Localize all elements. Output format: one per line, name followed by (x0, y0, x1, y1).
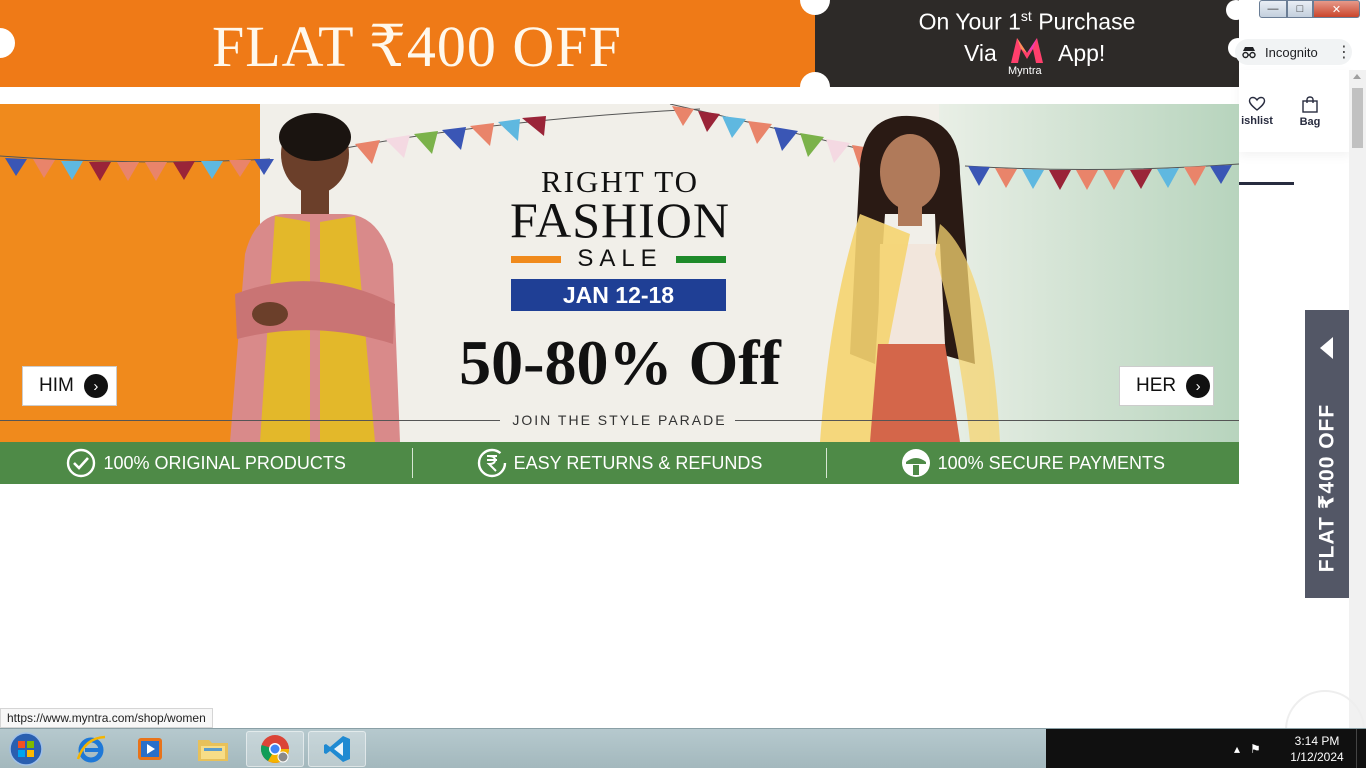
screen: FLAT ₹400 OFF On Your 1st Purchase Via M… (0, 0, 1366, 768)
sale-title-line2: FASHION (510, 192, 730, 248)
active-nav-underline (1239, 182, 1294, 185)
incognito-label: Incognito (1265, 44, 1318, 60)
rupee-circle-icon (477, 448, 506, 478)
clock-time: 3:14 PM (1294, 734, 1340, 748)
chevron-right-icon: › (1186, 374, 1211, 398)
media-player-icon (138, 738, 162, 760)
expand-arrow-icon (1320, 337, 1333, 359)
discount-range: 50-80% Off (459, 327, 781, 398)
bag-label: Bag (1299, 116, 1321, 128)
promo-line1-suffix: Purchase (1031, 8, 1136, 35)
start-button-icon[interactable] (6, 732, 46, 766)
shield-lock-icon (901, 449, 930, 477)
trust-label: 100% ORIGINAL PRODUCTS (103, 452, 346, 473)
ticket-notch (800, 72, 830, 102)
windows-taskbar: ▴ ⚑ 3:14 PM 1/12/2024 (0, 728, 1366, 768)
hero-banner[interactable]: RIGHT TO FASHION SALE JAN 12-18 50-80% O… (0, 104, 1239, 442)
promo-via: Via (964, 40, 997, 66)
chevron-right-icon: › (83, 374, 108, 398)
chrome-icon (260, 735, 289, 763)
myntra-brand-name: Myntra (1008, 65, 1042, 77)
trust-item-secure: 100% SECURE PAYMENTS (827, 442, 1239, 484)
shop-her-button[interactable]: HER › (1119, 366, 1214, 406)
promo-banner[interactable]: FLAT ₹400 OFF On Your 1st Purchase Via M… (0, 0, 1248, 102)
taskbar-chrome[interactable] (246, 731, 304, 767)
myntra-logo-icon (1011, 38, 1043, 63)
clock-date: 1/12/2024 (1290, 750, 1344, 764)
shop-him-button[interactable]: HIM › (22, 366, 117, 406)
shop-him-label: HIM (39, 375, 74, 396)
minimize-button[interactable]: — (1259, 0, 1287, 18)
window-controls: — □ ✕ (1259, 0, 1366, 20)
wishlist-label: ishlist (1241, 115, 1273, 127)
system-clock[interactable]: 3:14 PM 1/12/2024 (1280, 733, 1354, 765)
trust-item-returns: EASY RETURNS & REFUNDS (413, 442, 825, 484)
status-url: https://www.myntra.com/shop/women (0, 708, 213, 728)
promo-first-purchase: On Your 1st Purchase (815, 8, 1239, 36)
promo-line1-sup: st (1020, 8, 1032, 24)
ticket-notch (1226, 0, 1246, 20)
show-hidden-icons-icon[interactable]: ▴ (1234, 742, 1240, 756)
scroll-up-icon[interactable] (1353, 74, 1361, 79)
trust-label: 100% SECURE PAYMENTS (937, 452, 1166, 473)
incognito-icon (1242, 47, 1256, 59)
taskbar-internet-explorer[interactable] (62, 731, 120, 767)
promo-banner-right: On Your 1st Purchase Via Myntra App! (815, 0, 1239, 87)
taskbar-vscode[interactable] (308, 731, 366, 767)
incognito-badge[interactable]: Incognito (1235, 39, 1352, 65)
maximize-button[interactable]: □ (1287, 0, 1313, 18)
close-button[interactable]: ✕ (1313, 0, 1360, 18)
promo-app: App! (1058, 40, 1106, 66)
side-tab-label: FLAT ₹400 OFF (1315, 403, 1339, 573)
wishlist-link[interactable]: ishlist (1239, 96, 1275, 127)
taskbar-file-explorer[interactable] (184, 731, 242, 767)
bag-link[interactable]: Bag (1296, 96, 1324, 128)
heart-icon (1248, 96, 1266, 111)
taskbar-media-player[interactable] (121, 731, 179, 767)
check-circle-icon (67, 448, 96, 478)
sale-tagline: JOIN THE STYLE PARADE (512, 412, 727, 428)
shop-her-label: HER (1136, 375, 1177, 396)
action-center-flag-icon[interactable]: ⚑ (1250, 742, 1261, 756)
sale-dates: JAN 12-18 (511, 279, 726, 311)
internet-explorer-icon (76, 735, 106, 763)
sale-message: RIGHT TO FASHION SALE JAN 12-18 50-80% O… (380, 104, 860, 442)
sale-title-line3: SALE (577, 245, 663, 272)
bag-icon (1302, 96, 1318, 113)
scrollbar-thumb[interactable] (1352, 88, 1363, 148)
page-scrollbar[interactable] (1349, 70, 1366, 728)
green-stripe (676, 256, 726, 263)
vscode-icon (324, 736, 350, 762)
browser-menu-icon[interactable]: ⋮ (1336, 42, 1352, 64)
folder-icon (198, 740, 228, 761)
trust-item-original: 100% ORIGINAL PRODUCTS (0, 442, 412, 484)
show-desktop-button[interactable] (1356, 729, 1366, 768)
promo-headline: FLAT ₹400 OFF (212, 14, 622, 79)
system-tray: ▴ ⚑ (1234, 729, 1261, 768)
trust-strip: 100% ORIGINAL PRODUCTS EASY RETURNS & RE… (0, 442, 1239, 484)
promo-banner-left: FLAT ₹400 OFF (0, 0, 815, 87)
promo-line1-prefix: On Your 1 (918, 8, 1021, 35)
flat-offer-side-tab[interactable]: FLAT ₹400 OFF (1305, 310, 1349, 598)
trust-label: EASY RETURNS & REFUNDS (513, 452, 763, 473)
